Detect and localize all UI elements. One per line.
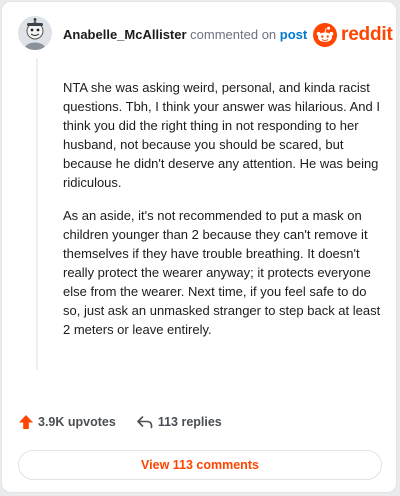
post-link[interactable]: post [280, 27, 307, 42]
comment-card: Anabelle_McAllister commented on post re… [1, 1, 397, 493]
username[interactable]: Anabelle_McAllister [63, 27, 187, 42]
comment-paragraph: As an aside, it's not recommended to put… [63, 208, 381, 337]
reddit-wordmark: reddit [341, 24, 393, 45]
reply-arrow-icon [137, 416, 153, 429]
replies-button[interactable]: 113 replies [136, 414, 222, 430]
avatar[interactable] [18, 16, 52, 50]
view-comments-button[interactable]: View 113 comments [18, 450, 382, 480]
comment-actions: 3.9K upvotes 113 replies [18, 414, 222, 430]
avatar-image [18, 16, 52, 50]
reddit-logo-icon [313, 23, 337, 47]
upvote-count: 3.9K upvotes [38, 415, 116, 429]
commented-on-text: commented on [190, 27, 277, 42]
thread-line[interactable] [36, 58, 38, 370]
upvote-arrow-icon [19, 415, 33, 429]
replies-count: 113 replies [157, 415, 222, 429]
upvote-button[interactable]: 3.9K upvotes [18, 414, 116, 430]
reddit-brand[interactable]: reddit [313, 22, 393, 48]
comment-header: Anabelle_McAllister commented on post [63, 27, 307, 43]
comment-paragraph: NTA she was asking weird, personal, and … [63, 80, 380, 190]
comment-body: NTA she was asking weird, personal, and … [63, 78, 383, 353]
